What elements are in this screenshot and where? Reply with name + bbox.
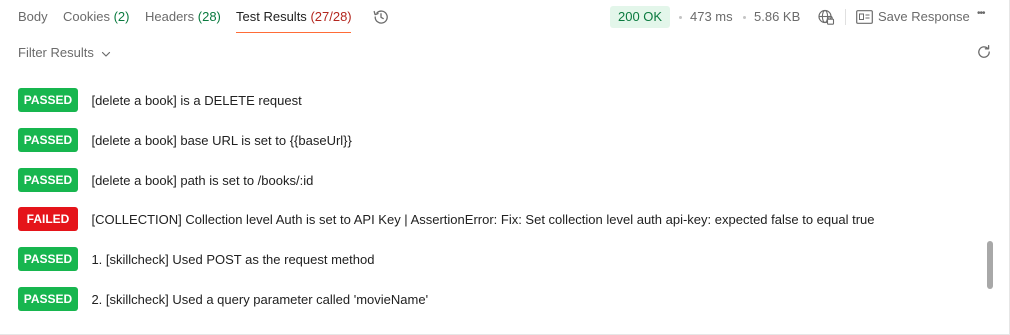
test-result-row: PASSED [delete a book] base URL is set t…: [18, 128, 352, 152]
test-result-row: FAILED [COLLECTION] Collection level Aut…: [18, 207, 874, 231]
status-badge: PASSED: [18, 168, 78, 192]
status-badge: PASSED: [18, 287, 78, 311]
tab-test-results-count: (27/28): [310, 9, 352, 24]
tab-cookies-label: Cookies: [63, 9, 110, 24]
history-icon[interactable]: [372, 8, 390, 26]
separator-dot: [679, 16, 682, 19]
separator-dot: [743, 16, 746, 19]
status-badge: PASSED: [18, 247, 78, 271]
tab-headers-count: (28): [197, 9, 221, 24]
active-tab-indicator: [236, 32, 351, 33]
refresh-icon[interactable]: [976, 44, 992, 60]
status-badge: PASSED: [18, 128, 78, 152]
test-result-text: 2. [skillcheck] Used a query parameter c…: [91, 291, 429, 307]
test-result-text: [delete a book] path is set to /books/:i…: [91, 172, 314, 188]
test-result-row: PASSED 1. [skillcheck] Used POST as the …: [18, 247, 374, 271]
filter-results-label: Filter Results: [18, 45, 94, 60]
test-result-text: [delete a book] base URL is set to {{bas…: [91, 132, 352, 148]
test-result-text: [delete a book] is a DELETE request: [91, 92, 302, 108]
test-result-row: PASSED [delete a book] is a DELETE reque…: [18, 88, 302, 112]
tab-headers[interactable]: Headers (28): [145, 9, 221, 24]
globe-lock-icon[interactable]: [817, 8, 835, 26]
vertical-scrollbar-thumb[interactable]: [987, 241, 993, 289]
tab-cookies[interactable]: Cookies (2): [63, 9, 129, 24]
save-response-icon[interactable]: [856, 10, 873, 24]
tab-body-label: Body: [18, 9, 48, 24]
more-icon[interactable]: •••: [977, 8, 985, 19]
test-result-text: 1. [skillcheck] Used POST as the request…: [91, 251, 375, 267]
test-result-text: [COLLECTION] Collection level Auth is se…: [91, 211, 875, 227]
toolbar-divider: [845, 9, 846, 25]
filter-results-dropdown[interactable]: Filter Results: [18, 45, 111, 60]
status-badge: PASSED: [18, 88, 78, 112]
test-result-row: PASSED [delete a book] path is set to /b…: [18, 168, 313, 192]
save-response-button[interactable]: Save Response: [878, 9, 970, 24]
response-panel: Body Cookies (2) Headers (28) Test Resul…: [0, 0, 1010, 335]
response-time[interactable]: 473 ms: [690, 9, 733, 24]
response-size[interactable]: 5.86 KB: [754, 9, 800, 24]
tab-test-results[interactable]: Test Results (27/28): [236, 9, 352, 24]
tab-body[interactable]: Body: [18, 9, 48, 24]
chevron-down-icon: [102, 51, 111, 57]
response-tabbar: Body Cookies (2) Headers (28) Test Resul…: [0, 0, 1009, 34]
test-result-row: PASSED 2. [skillcheck] Used a query para…: [18, 287, 428, 311]
tab-cookies-count: (2): [113, 9, 130, 24]
tab-headers-label: Headers: [145, 9, 195, 24]
status-badge: FAILED: [18, 207, 78, 231]
status-code-badge[interactable]: 200 OK: [610, 6, 671, 28]
tab-test-results-label: Test Results: [236, 9, 307, 24]
